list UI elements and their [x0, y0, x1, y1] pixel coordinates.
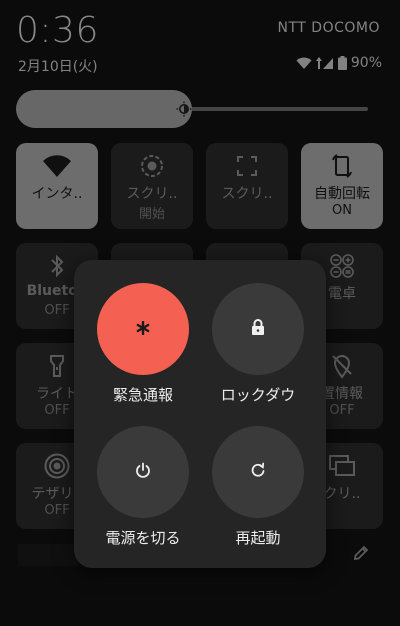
asterisk-icon — [136, 320, 150, 339]
emergency-call-button[interactable] — [97, 283, 189, 375]
lockdown-label: ロックダウ — [220, 386, 296, 404]
power-off-button[interactable] — [97, 426, 189, 518]
restart-label: 再起動 — [235, 529, 281, 547]
lock-icon — [251, 319, 265, 339]
power-off-label: 電源を切る — [105, 529, 181, 547]
restart-icon — [250, 462, 266, 482]
power-icon — [135, 462, 151, 482]
restart-button[interactable] — [212, 426, 304, 518]
power-menu: 緊急通報 ロックダウ 電源を切る 再起動 — [74, 260, 326, 568]
lockdown-button[interactable] — [212, 283, 304, 375]
emergency-call-label: 緊急通報 — [112, 386, 173, 404]
